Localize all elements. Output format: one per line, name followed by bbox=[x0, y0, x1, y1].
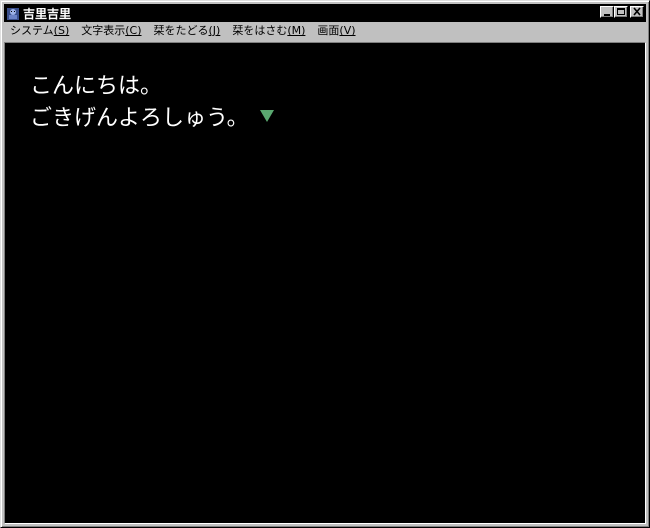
close-button[interactable] bbox=[630, 6, 644, 18]
menu-bar: システム(S) 文字表示(C) 栞をたどる(J) 栞をはさむ(M) 画面(V) bbox=[4, 22, 646, 40]
menu-save-bookmark-label: 栞をはさむ bbox=[232, 24, 288, 37]
title-bar[interactable]: 吉里吉里 bbox=[4, 4, 646, 22]
message-line-2-text: ごきげんよろしゅう。 bbox=[30, 106, 249, 131]
menu-text-display-accel: (C) bbox=[125, 24, 142, 37]
menu-save-bookmark-accel: (M) bbox=[287, 24, 306, 37]
menu-load-bookmark-accel: (J) bbox=[208, 24, 221, 37]
menu-screen-accel: (V) bbox=[339, 24, 356, 37]
menu-system[interactable]: システム(S) bbox=[4, 22, 75, 40]
message-line-1: こんにちは。 bbox=[30, 74, 163, 99]
app-window: 吉里吉里 システム(S) 文字表示(C) 栞をたどる(J) 栞をはさむ(M) 画… bbox=[0, 0, 650, 528]
window-controls bbox=[600, 6, 644, 18]
triangle-down-icon bbox=[259, 101, 275, 133]
message-line-2: ごきげんよろしゅう。 bbox=[30, 103, 275, 135]
minimize-button[interactable] bbox=[600, 6, 614, 18]
menu-screen[interactable]: 画面(V) bbox=[311, 22, 361, 40]
minimize-icon bbox=[604, 14, 610, 16]
kirikiri-app-icon[interactable] bbox=[6, 6, 20, 20]
menu-screen-label: 画面 bbox=[317, 24, 340, 37]
menu-load-bookmark[interactable]: 栞をたどる(J) bbox=[148, 22, 227, 40]
window-title: 吉里吉里 bbox=[23, 6, 72, 21]
menu-save-bookmark[interactable]: 栞をはさむ(M) bbox=[226, 22, 311, 40]
close-icon bbox=[633, 7, 641, 16]
message-text: こんにちは。 ごきげんよろしゅう。 bbox=[30, 71, 275, 135]
menu-load-bookmark-label: 栞をたどる bbox=[153, 24, 209, 37]
menu-system-label: システム bbox=[10, 24, 54, 37]
game-screen[interactable]: こんにちは。 ごきげんよろしゅう。 bbox=[4, 42, 646, 524]
menu-text-display[interactable]: 文字表示(C) bbox=[75, 22, 147, 40]
maximize-button[interactable] bbox=[614, 6, 628, 18]
menu-system-accel: (S) bbox=[53, 24, 70, 37]
menu-text-display-label: 文字表示 bbox=[81, 24, 126, 37]
maximize-icon bbox=[617, 8, 625, 15]
